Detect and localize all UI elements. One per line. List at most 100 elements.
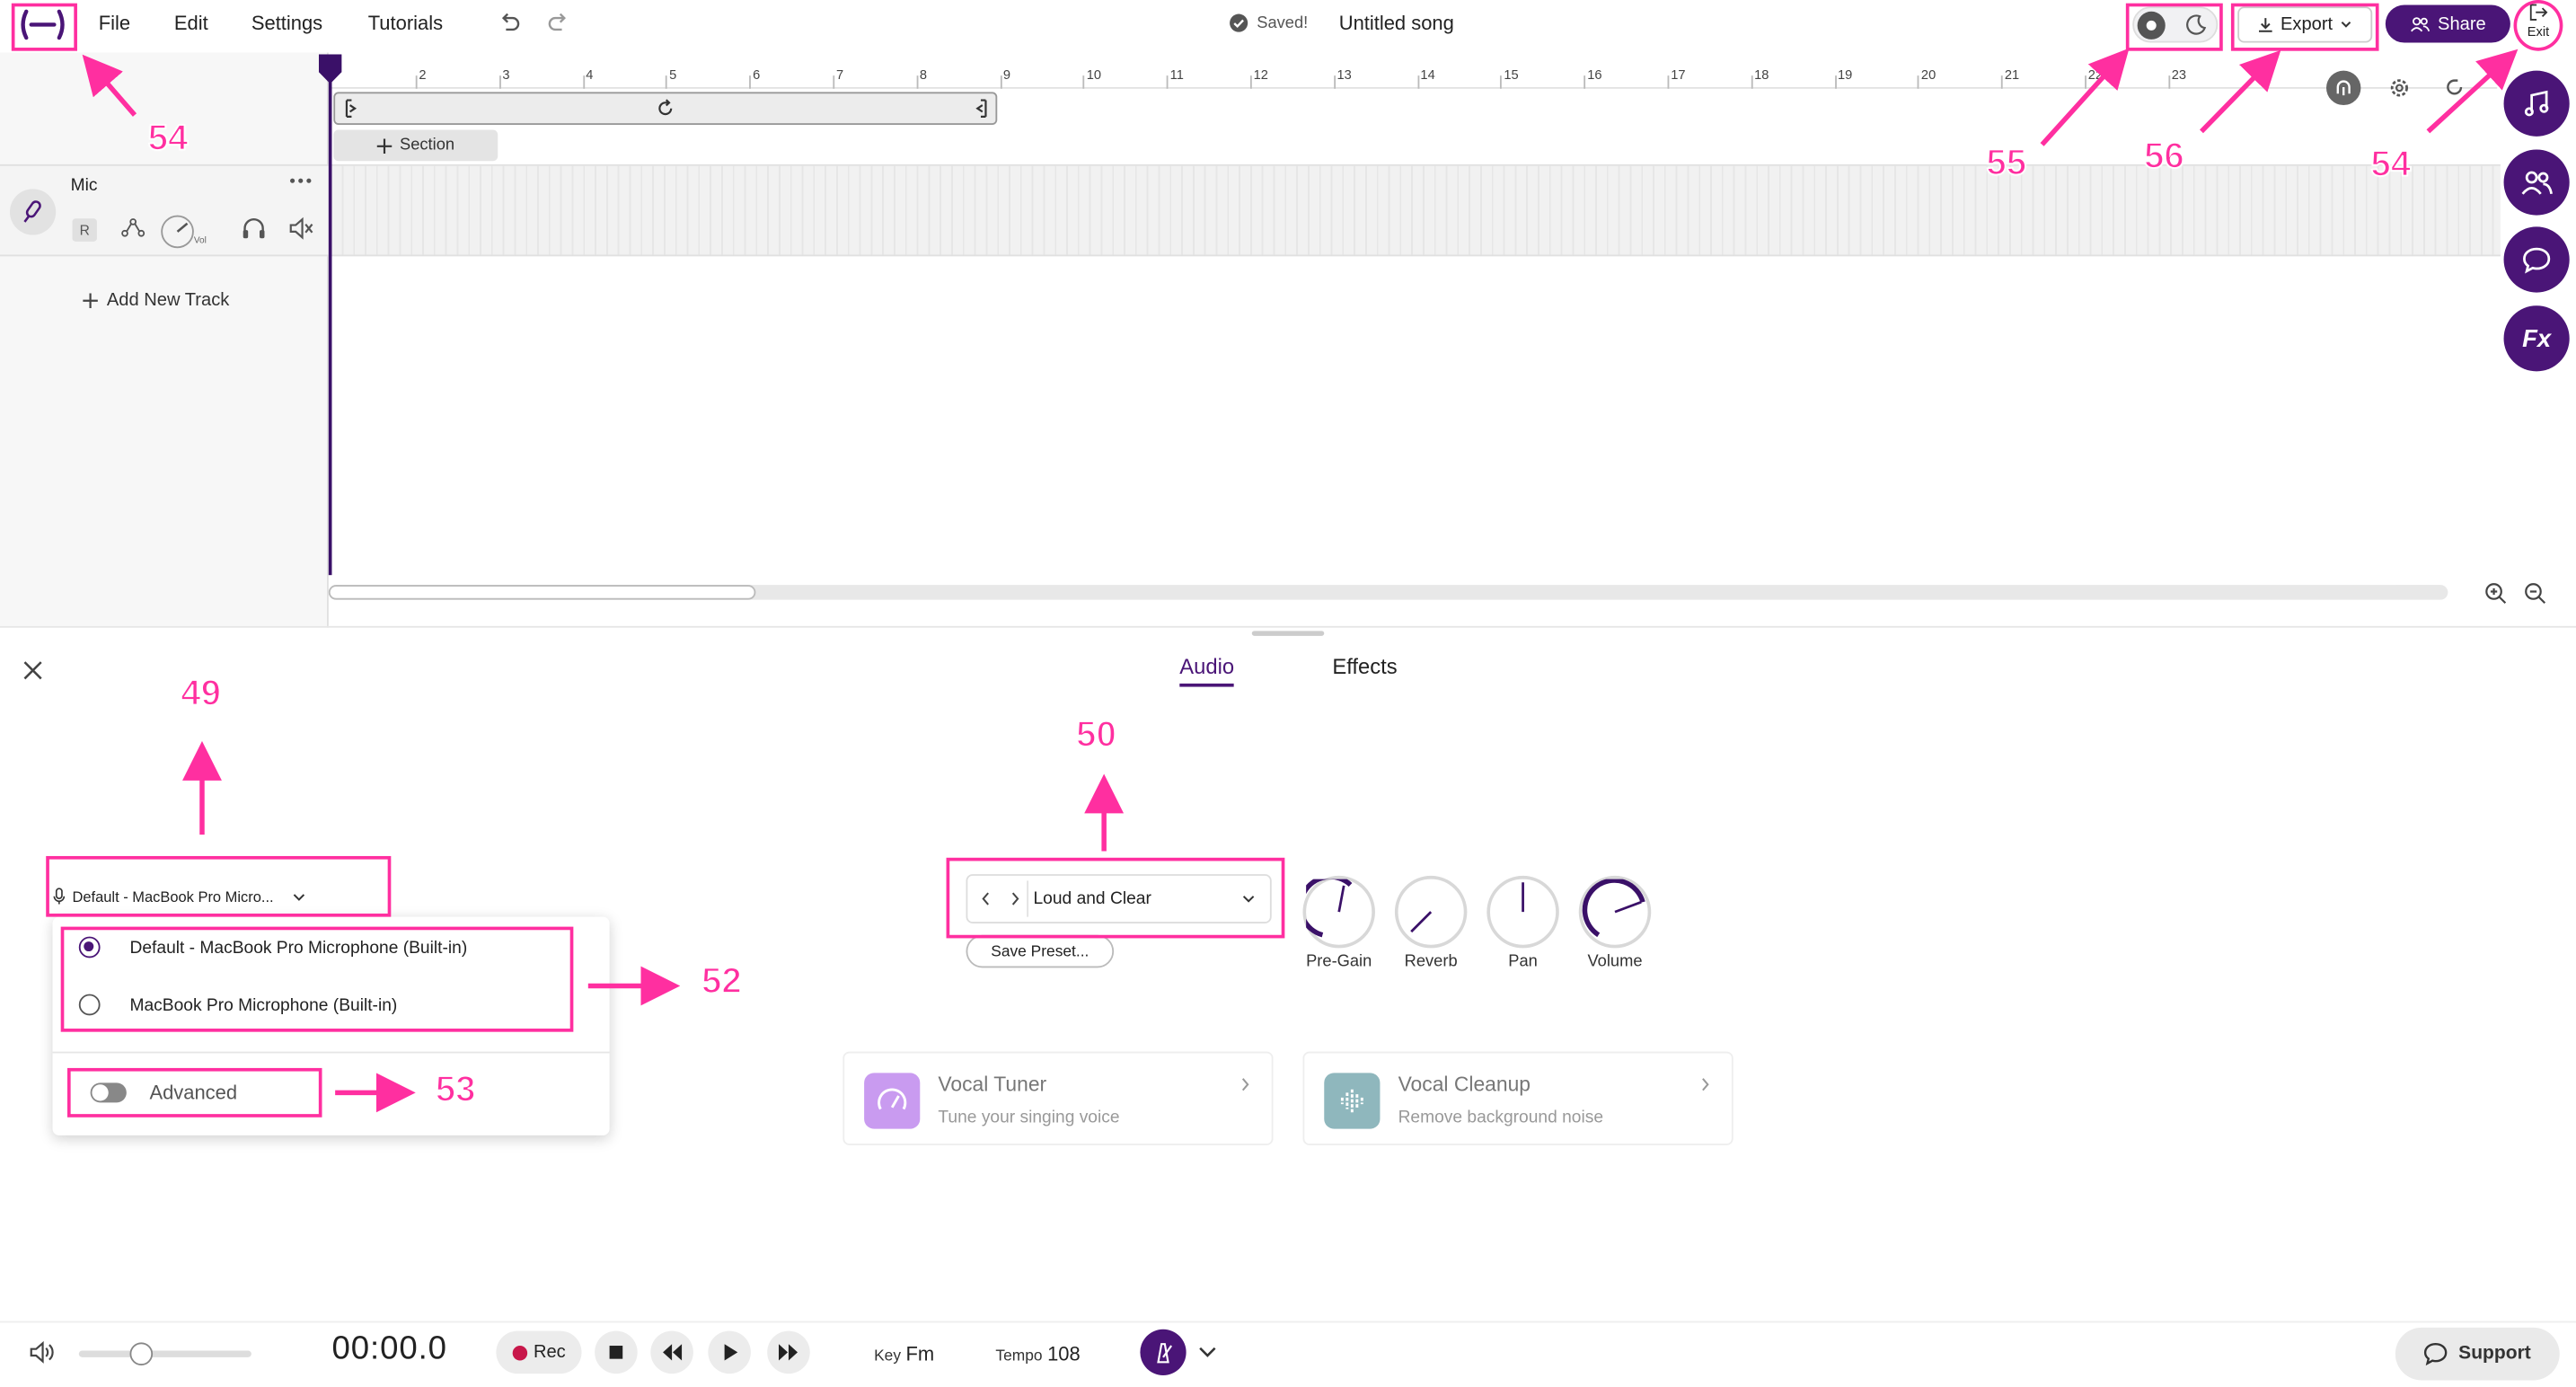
ruler-bar-number: 18 — [1754, 66, 1769, 83]
timeline-scrollbar-thumb[interactable] — [328, 585, 756, 600]
highlight-advanced — [66, 1067, 322, 1118]
close-icon[interactable] — [20, 658, 46, 684]
fast-forward-icon — [778, 1344, 798, 1361]
annotation-label: 54 — [147, 116, 190, 159]
ruler-tick — [2001, 75, 2004, 89]
master-volume-slider[interactable] — [78, 1342, 251, 1365]
ruler-tick — [1249, 75, 1252, 89]
timeline-scrollbar[interactable] — [328, 585, 2448, 600]
annotation-label: 50 — [1075, 712, 1117, 755]
annotation-label: 54 — [2369, 142, 2412, 185]
loop-start-icon[interactable] — [343, 99, 359, 119]
loop-end-icon[interactable] — [973, 99, 989, 119]
vocal-cleanup-card[interactable]: Vocal Cleanup Remove background noise — [1302, 1051, 1734, 1145]
menu-file[interactable]: File — [99, 12, 130, 35]
highlight-mic-options — [60, 926, 574, 1032]
ruler-bar-number: 8 — [919, 66, 928, 83]
record-arm-button[interactable]: R — [72, 218, 97, 242]
mic-icon[interactable] — [9, 189, 57, 235]
menu-settings[interactable]: Settings — [251, 12, 322, 35]
master-volume-thumb[interactable] — [129, 1342, 153, 1365]
stop-icon — [609, 1346, 623, 1359]
redo-icon[interactable] — [547, 12, 570, 35]
panel-divider — [0, 625, 2576, 628]
ruler-tick — [1083, 75, 1085, 89]
save-status: Saved! — [1229, 13, 1308, 33]
ruler-bar-number: 5 — [669, 66, 677, 83]
fx-icon: Fx — [2522, 324, 2552, 353]
refresh-icon[interactable] — [2445, 77, 2465, 97]
add-section-button[interactable]: Section — [333, 129, 498, 162]
mute-icon[interactable] — [287, 216, 313, 240]
ruler-bar-number: 13 — [1337, 66, 1352, 83]
track-lane-mic[interactable] — [331, 163, 2501, 257]
gear-icon[interactable] — [2389, 77, 2411, 99]
ruler-bar-number: 3 — [502, 66, 510, 83]
headphones-icon[interactable] — [242, 216, 266, 240]
playhead-line — [328, 78, 332, 576]
share-label: Share — [2438, 13, 2486, 34]
fast-forward-button[interactable] — [767, 1330, 810, 1374]
ruler-tick — [916, 75, 919, 89]
song-title[interactable]: Untitled song — [1339, 12, 1454, 35]
vocal-cleanup-subtitle: Remove background noise — [1398, 1107, 1604, 1127]
share-button[interactable]: Share — [2385, 4, 2510, 43]
menu-tutorials[interactable]: Tutorials — [368, 12, 443, 35]
highlight-preset — [946, 857, 1285, 939]
rewind-button[interactable] — [650, 1330, 693, 1374]
record-button[interactable]: Rec — [496, 1330, 582, 1374]
tab-audio[interactable]: Audio — [1179, 654, 1235, 687]
music-notes-button[interactable] — [2503, 70, 2570, 137]
speaker-icon[interactable] — [28, 1340, 54, 1365]
support-button[interactable]: Support — [2395, 1327, 2560, 1381]
volume-label: Volume — [1587, 952, 1643, 971]
vol-label: Vol — [193, 236, 207, 247]
ruler-bar-number: 19 — [1838, 66, 1853, 83]
vocal-tuner-card[interactable]: Vocal Tuner Tune your singing voice — [842, 1051, 1274, 1145]
tempo-display[interactable]: Tempo 108 — [995, 1342, 1080, 1365]
add-new-track-button[interactable]: Add New Track — [82, 291, 229, 311]
tab-effects[interactable]: Effects — [1332, 654, 1397, 678]
annotation-label: 49 — [180, 671, 222, 714]
track-name[interactable]: Mic — [71, 176, 98, 196]
ruler-bar-number: 22 — [2087, 66, 2104, 83]
ruler-tick — [2085, 75, 2086, 89]
loop-icon[interactable] — [656, 99, 675, 119]
reverb-knob[interactable] — [1394, 875, 1468, 949]
collaborators-icon — [2410, 16, 2430, 31]
zoom-out-icon[interactable] — [2523, 582, 2546, 605]
panel-resize-handle[interactable] — [1251, 631, 1325, 636]
chat-bubble-icon — [2424, 1343, 2448, 1365]
menu-edit[interactable]: Edit — [174, 12, 208, 35]
ruler-bar-number: 12 — [1253, 66, 1268, 83]
fx-button[interactable]: Fx — [2503, 305, 2570, 372]
track-volume-knob[interactable] — [161, 215, 194, 249]
collaborators-button[interactable] — [2503, 149, 2570, 216]
zoom-in-icon[interactable] — [2484, 582, 2508, 605]
vocal-cleanup-title: Vocal Cleanup — [1398, 1073, 1531, 1097]
undo-icon[interactable] — [498, 12, 521, 35]
ruler-bar-number: 11 — [1169, 66, 1184, 83]
pre-gain-knob[interactable] — [1302, 875, 1375, 949]
timeline-ruler[interactable]: 2 3 4 5 6 7 8 9 10 11 12 13 14 15 16 17 18 19 20 21 22 23 — [328, 53, 2498, 89]
metronome-button[interactable] — [1140, 1329, 1187, 1375]
pan-knob[interactable] — [1486, 875, 1559, 949]
more-options-icon[interactable] — [289, 176, 313, 186]
chevron-down-icon[interactable] — [1197, 1344, 1217, 1360]
volume-knob[interactable] — [1578, 875, 1652, 949]
automation-icon[interactable] — [120, 216, 146, 240]
pan-label: Pan — [1508, 952, 1538, 971]
loop-region[interactable] — [333, 92, 998, 126]
stop-button[interactable] — [595, 1330, 638, 1374]
track-header-mic[interactable]: Mic R Vol — [0, 163, 329, 257]
ruler-bar-number: 9 — [1002, 66, 1010, 83]
chat-bubble-icon — [2523, 246, 2551, 273]
fingerprint-icon[interactable] — [2326, 70, 2361, 106]
record-dot-icon — [512, 1345, 527, 1360]
key-display[interactable]: Key Fm — [874, 1342, 934, 1365]
save-preset-button[interactable]: Save Preset... — [966, 934, 1115, 968]
collaborators-icon — [2521, 171, 2553, 195]
play-button[interactable] — [708, 1330, 751, 1374]
ruler-tick — [1416, 75, 1419, 89]
chat-button[interactable] — [2503, 226, 2570, 293]
